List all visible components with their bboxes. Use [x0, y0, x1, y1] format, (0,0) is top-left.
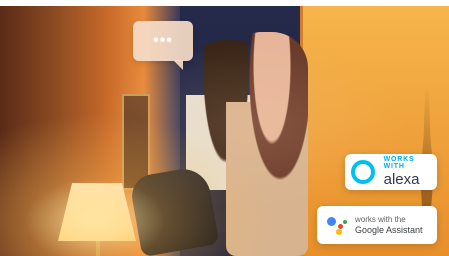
alexa-badge-brand: alexa	[383, 171, 420, 188]
alexa-logo-icon	[351, 160, 375, 184]
works-with-alexa-badge: WORKS WITH alexa	[345, 154, 437, 190]
google-badge-brand: Google Assistant	[355, 225, 423, 235]
google-badge-caption: works with the	[355, 215, 406, 224]
google-badge-text: works with the Google Assistant	[355, 215, 423, 235]
works-with-google-assistant-badge: works with the Google Assistant	[317, 206, 437, 244]
alexa-badge-text: WORKS WITH alexa	[384, 156, 437, 188]
hero-banner: ••• WORKS WITH alexa works with the Goog…	[0, 0, 449, 256]
google-assistant-logo-icon	[326, 214, 348, 236]
chat-bubble: •••	[133, 21, 193, 70]
google-green-dot	[343, 220, 347, 224]
ellipsis-icon: •••	[153, 32, 173, 49]
google-blue-dot	[327, 217, 336, 226]
google-yellow-dot	[336, 229, 342, 235]
alexa-badge-caption: WORKS WITH	[383, 156, 415, 170]
